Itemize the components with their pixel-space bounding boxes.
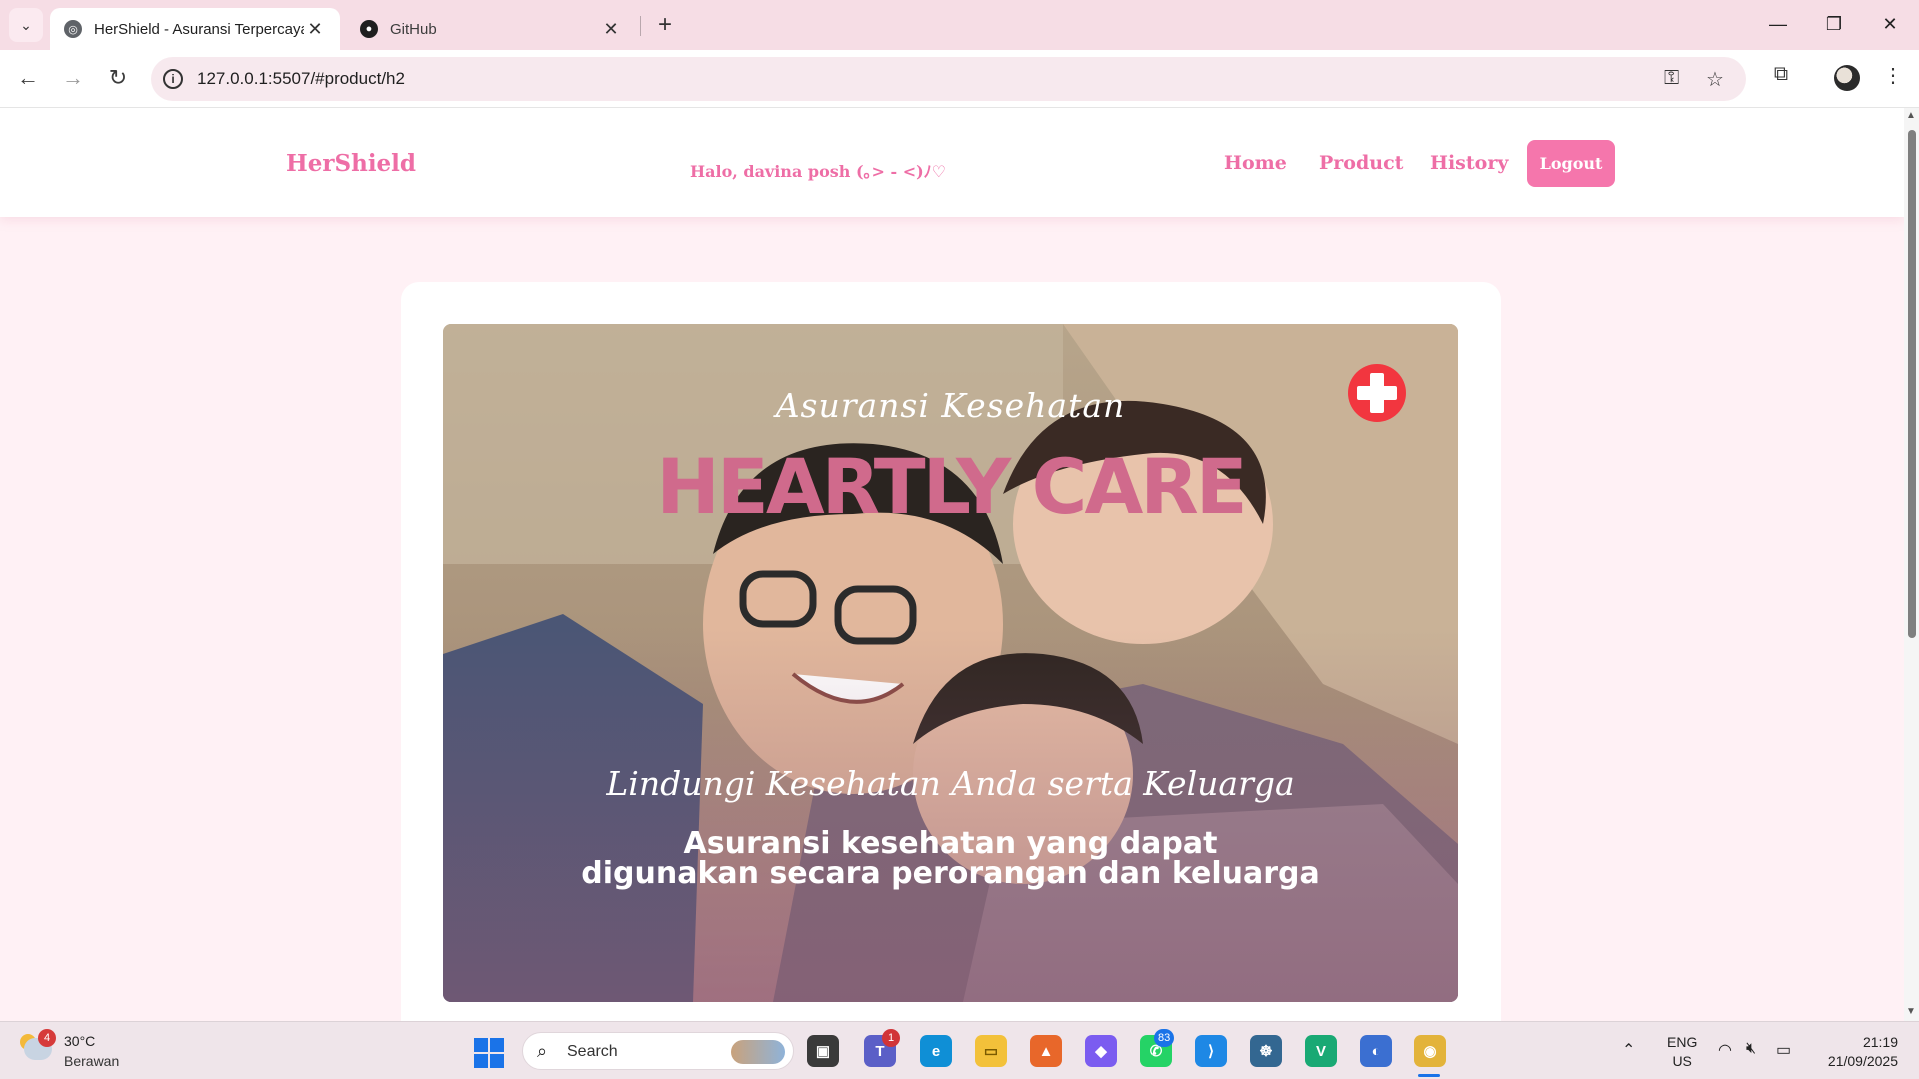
chevron-down-icon: ⌄	[20, 16, 32, 33]
back-button[interactable]: ←	[10, 60, 46, 96]
wifi-icon[interactable]: ◠	[1718, 1040, 1732, 1060]
active-app-indicator	[1418, 1074, 1440, 1077]
banner-script-top: Asuransi Kesehatan	[775, 386, 1126, 425]
windows-start-icon[interactable]	[474, 1038, 504, 1068]
close-window-button[interactable]: ✕	[1862, 0, 1918, 48]
address-bar[interactable]: i 127.0.0.1:5507/#product/h2 ⚿ ☆	[151, 57, 1746, 101]
weather-desc: Berawan	[64, 1053, 120, 1069]
postgresql-icon[interactable]: ☸	[1250, 1035, 1282, 1067]
clock-date: 21/09/2025	[1827, 1053, 1898, 1069]
banner-script-bottom: Lindungi Kesehatan Anda serta Keluarga	[606, 764, 1295, 803]
profile-avatar[interactable]	[1834, 65, 1860, 91]
banner-subtitle: Asuransi kesehatan yang dapat digunakan …	[443, 829, 1458, 889]
key-icon[interactable]: ⚿	[1664, 67, 1679, 90]
search-highlight-image	[731, 1040, 785, 1064]
matlab-icon[interactable]: ▲	[1030, 1035, 1062, 1067]
tray-chevron-up-icon[interactable]: ⌃	[1622, 1040, 1635, 1060]
plus-icon: +	[657, 11, 672, 38]
scroll-up-icon[interactable]: ▲	[1906, 110, 1916, 121]
lang-line1: ENG	[1667, 1034, 1698, 1050]
app-icon[interactable]: V	[1305, 1035, 1337, 1067]
volume-muted-icon[interactable]: 🔇︎	[1746, 1040, 1756, 1058]
weather-temp: 30°C	[64, 1033, 96, 1049]
reload-button[interactable]: ↻	[100, 60, 136, 96]
banner-subtitle-line2: digunakan secara perorangan dan keluarga	[581, 856, 1320, 891]
tab-title: HerShield - Asuransi Terpercaya	[94, 20, 304, 38]
browser-toolbar: ← → ↻ i 127.0.0.1:5507/#product/h2 ⚿ ☆ ⧉…	[0, 50, 1919, 108]
nav-home[interactable]: Home	[1224, 152, 1287, 174]
restore-icon: ❐	[1825, 13, 1843, 34]
task-view-icon[interactable]: ▣	[807, 1035, 839, 1067]
taskbar-search[interactable]: ⌕ Search	[522, 1032, 794, 1070]
new-tab-button[interactable]: +	[650, 10, 680, 40]
arrow-left-icon: ←	[17, 65, 39, 90]
tab-github[interactable]: ● GitHub ✕	[346, 8, 636, 50]
tab-search-button[interactable]: ⌄	[9, 8, 43, 42]
brand-logo[interactable]: HerShield	[286, 150, 416, 177]
weather-badge: 4	[38, 1029, 56, 1047]
eclipse-icon[interactable]: ◐	[1360, 1035, 1392, 1067]
tab-title: GitHub	[390, 20, 437, 38]
logout-button[interactable]: Logout	[1527, 140, 1615, 187]
tab-divider	[640, 16, 641, 36]
product-banner-image: Asuransi Kesehatan HEARTLY CARE Lindungi…	[443, 324, 1458, 1002]
family-photo	[443, 324, 1458, 1002]
chrome-icon[interactable]: ◉	[1414, 1035, 1446, 1067]
site-info-icon[interactable]: i	[163, 69, 183, 89]
copilot-icon[interactable]: ◆	[1085, 1035, 1117, 1067]
close-icon[interactable]: ✕	[600, 19, 622, 40]
menu-dots-icon[interactable]: ⋮	[1878, 63, 1908, 88]
minimize-button[interactable]: —	[1750, 0, 1806, 48]
product-card: Asuransi Kesehatan HEARTLY CARE Lindungi…	[401, 282, 1501, 1021]
nav-product[interactable]: Product	[1319, 152, 1403, 174]
nav-history[interactable]: History	[1430, 152, 1508, 174]
clock[interactable]: 21:19 21/09/2025	[1818, 1033, 1898, 1071]
teams-badge: 1	[882, 1029, 900, 1047]
file-explorer-icon[interactable]: ▭	[975, 1035, 1007, 1067]
forward-button[interactable]: →	[55, 60, 91, 96]
greeting-text: Halo, davina posh (｡> - <)ﾉ♡	[690, 162, 947, 181]
minimize-icon: —	[1769, 13, 1787, 34]
whatsapp-badge: 83	[1154, 1029, 1175, 1047]
scroll-down-icon[interactable]: ▼	[1906, 1006, 1916, 1017]
banner-title: HEARTLY CARE	[656, 442, 1247, 531]
reload-icon: ↻	[108, 65, 128, 90]
banner-subtitle-line1: Asuransi kesehatan yang dapat	[683, 826, 1218, 861]
search-icon: ⌕	[537, 1041, 548, 1061]
tab-hershield[interactable]: ◎ HerShield - Asuransi Terpercaya ✕	[50, 8, 340, 50]
scroll-thumb[interactable]	[1908, 130, 1916, 638]
star-icon[interactable]: ☆	[1706, 67, 1724, 92]
arrow-right-icon: →	[62, 65, 84, 90]
site-navbar: HerShield Halo, davina posh (｡> - <)ﾉ♡ H…	[0, 108, 1904, 217]
extensions-icon[interactable]: ⧉	[1766, 63, 1796, 86]
github-icon: ●	[360, 20, 378, 38]
close-icon: ✕	[1882, 13, 1898, 34]
page-viewport: HerShield Halo, davina posh (｡> - <)ﾉ♡ H…	[0, 108, 1904, 1021]
battery-icon[interactable]: ▭	[1776, 1040, 1791, 1060]
page-scrollbar[interactable]: ▲ ▼	[1904, 108, 1919, 1021]
url-text: 127.0.0.1:5507/#product/h2	[197, 69, 405, 88]
restore-button[interactable]: ❐	[1806, 0, 1862, 48]
close-icon[interactable]: ✕	[304, 19, 326, 40]
browser-tabstrip: ⌄ ◎ HerShield - Asuransi Terpercaya ✕ ● …	[0, 0, 1919, 50]
clock-time: 21:19	[1862, 1034, 1898, 1050]
edge-icon[interactable]: e	[920, 1035, 952, 1067]
language-indicator[interactable]: ENG US	[1667, 1033, 1697, 1071]
lang-line2: US	[1672, 1053, 1692, 1069]
globe-icon: ◎	[64, 20, 82, 38]
taskbar-search-label: Search	[567, 1043, 618, 1060]
windows-taskbar: 4 30°C Berawan ⌕ Search ▣ T 1 e ▭ ▲ ◆ ✆ …	[0, 1021, 1919, 1079]
vscode-icon[interactable]: ⟩	[1195, 1035, 1227, 1067]
